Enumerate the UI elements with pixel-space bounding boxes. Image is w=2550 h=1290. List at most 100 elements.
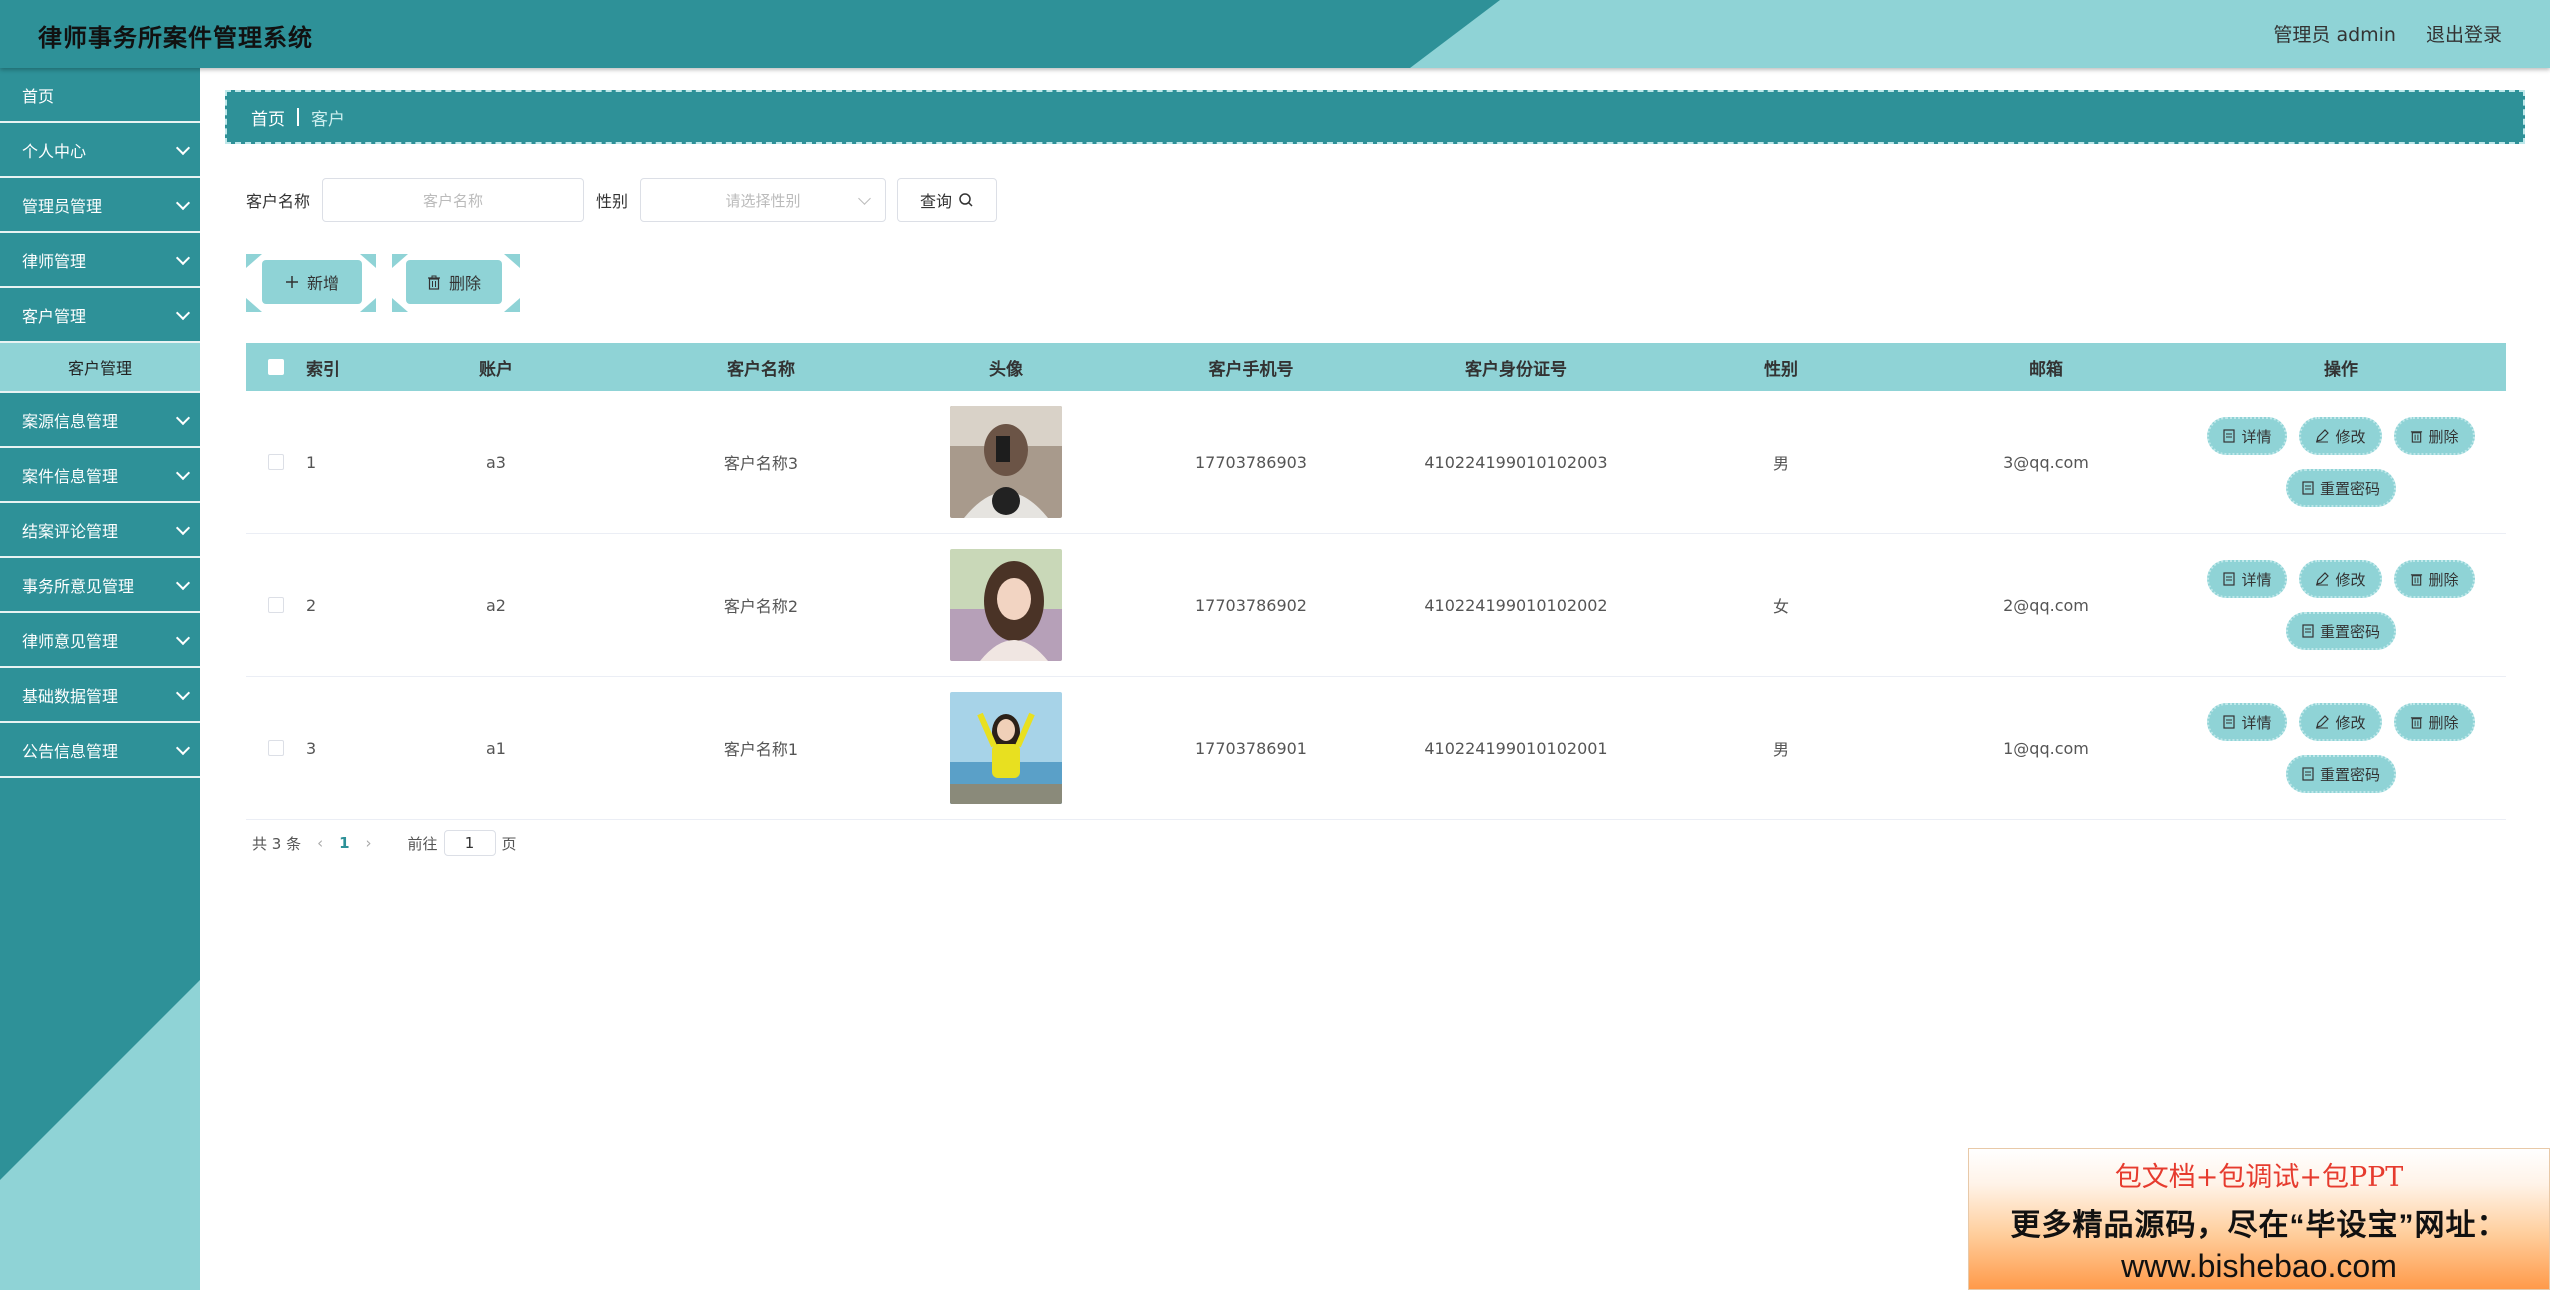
- page-number-current[interactable]: 1: [339, 834, 349, 852]
- sidebar-item-label: 案件信息管理: [22, 466, 119, 486]
- avatar[interactable]: [950, 406, 1062, 518]
- prev-page-icon[interactable]: ‹: [317, 834, 323, 852]
- sidebar-item-case-comments[interactable]: 结案评论管理: [0, 503, 200, 558]
- client-name-placeholder: 客户名称: [423, 191, 484, 210]
- reset-password-button[interactable]: 重置密码: [2285, 755, 2396, 793]
- detail-button-label: 详情: [2241, 570, 2272, 589]
- document-icon: [2223, 429, 2236, 443]
- avatar-cell: [896, 692, 1116, 804]
- detail-button[interactable]: 详情: [2207, 560, 2288, 598]
- page-suffix: 页: [501, 834, 517, 853]
- cell-index: 2: [306, 595, 317, 615]
- sidebar: 首页 个人中心 管理员管理 律师管理 客户管理 客户管理 案源信息管理 案件信息…: [0, 68, 200, 1290]
- sidebar-item-label: 客户管理: [22, 306, 87, 326]
- ad-banner: 包文档+包调试+包PPT 更多精品源码，尽在“毕设宝”网址： www.bishe…: [1968, 1148, 2550, 1290]
- add-button-decoration: [246, 254, 376, 312]
- sidebar-item-case-info[interactable]: 案件信息管理: [0, 448, 200, 503]
- row-delete-button[interactable]: 删除: [2393, 417, 2475, 455]
- header-client-name: 客户名称: [727, 359, 795, 380]
- sidebar-item-label: 案源信息管理: [22, 411, 119, 431]
- row-checkbox[interactable]: [268, 454, 284, 470]
- table-row: 3 a1 客户名称1 17703786901 41022419901010200…: [246, 677, 2506, 820]
- goto-label: 前往: [407, 834, 438, 853]
- row-delete-button[interactable]: 删除: [2393, 560, 2475, 598]
- breadcrumb-separator: [297, 108, 299, 126]
- chevron-down-icon: [175, 465, 191, 481]
- cell-sex: 男: [1772, 740, 1789, 759]
- sex-select[interactable]: 请选择性别: [640, 178, 887, 222]
- chevron-down-icon: [175, 685, 191, 701]
- sidebar-item-case-source[interactable]: 案源信息管理: [0, 393, 200, 448]
- app-title: 律师事务所案件管理系统: [38, 24, 313, 52]
- avatar[interactable]: [950, 549, 1062, 661]
- cell-sex: 女: [1772, 597, 1789, 616]
- breadcrumb-home[interactable]: 首页: [251, 105, 285, 130]
- header-email: 邮箱: [2029, 359, 2063, 380]
- pencil-icon: [2316, 429, 2330, 443]
- chevron-down-icon: [858, 192, 871, 205]
- reset-password-label: 重置密码: [2319, 622, 2380, 641]
- sex-placeholder: 请选择性别: [725, 191, 801, 210]
- detail-button[interactable]: 详情: [2207, 417, 2288, 455]
- client-table: 索引 账户 客户名称 头像 客户手机号 客户身份证号 性别 邮箱 操作 1 a3…: [246, 343, 2506, 820]
- trash-icon: [2410, 431, 2422, 443]
- sidebar-item-home[interactable]: 首页: [0, 68, 200, 123]
- query-button[interactable]: 查询: [897, 178, 998, 222]
- edit-button-label: 修改: [2335, 713, 2366, 732]
- cell-phone: 17703786903: [1195, 452, 1307, 472]
- detail-button[interactable]: 详情: [2207, 703, 2288, 741]
- edit-button[interactable]: 修改: [2299, 560, 2382, 598]
- reset-password-button[interactable]: 重置密码: [2285, 612, 2396, 650]
- cell-id-number: 410224199010102001: [1424, 738, 1608, 758]
- edit-button[interactable]: 修改: [2299, 703, 2382, 741]
- header-user-area: 管理员 admin 退出登录: [2273, 20, 2502, 47]
- row-delete-button[interactable]: 删除: [2393, 703, 2475, 741]
- select-all-checkbox[interactable]: [268, 359, 284, 375]
- current-user[interactable]: 管理员 admin: [2273, 20, 2396, 47]
- client-name-input[interactable]: 客户名称: [322, 178, 585, 222]
- top-header: 律师事务所案件管理系统 管理员 admin 退出登录: [0, 0, 2550, 68]
- row-select-cell: [246, 454, 306, 470]
- logout-link[interactable]: 退出登录: [2426, 20, 2502, 47]
- document-icon: [2302, 481, 2314, 495]
- sidebar-item-client-management[interactable]: 客户管理: [0, 288, 200, 343]
- chevron-down-icon: [175, 140, 191, 156]
- header-index: 索引: [306, 359, 340, 380]
- chevron-down-icon: [175, 630, 191, 646]
- row-checkbox[interactable]: [268, 597, 284, 613]
- next-page-icon[interactable]: ›: [366, 834, 372, 852]
- header-account: 账户: [479, 359, 513, 380]
- sidebar-item-base-data[interactable]: 基础数据管理: [0, 668, 200, 723]
- sidebar-item-personal-center[interactable]: 个人中心: [0, 123, 200, 178]
- goto-page-input[interactable]: 1: [443, 830, 496, 856]
- cell-client-name: 客户名称2: [723, 597, 799, 616]
- header-id-number: 客户身份证号: [1465, 359, 1567, 380]
- sidebar-item-label: 首页: [22, 86, 55, 106]
- sidebar-item-lawyer-management[interactable]: 律师管理: [0, 233, 200, 288]
- sidebar-item-firm-feedback[interactable]: 事务所意见管理: [0, 558, 200, 613]
- document-icon: [2223, 572, 2236, 586]
- reset-password-button[interactable]: 重置密码: [2285, 469, 2396, 507]
- edit-button[interactable]: 修改: [2299, 417, 2382, 455]
- avatar-cell: [896, 549, 1116, 661]
- header-sex: 性别: [1764, 359, 1798, 380]
- cell-phone: 17703786901: [1195, 738, 1307, 758]
- reset-password-label: 重置密码: [2319, 479, 2380, 498]
- edit-button-label: 修改: [2335, 427, 2366, 446]
- row-delete-button-label: 删除: [2428, 713, 2459, 732]
- trash-icon: [2410, 574, 2422, 586]
- avatar[interactable]: [950, 692, 1062, 804]
- ad-url[interactable]: www.bishebao.com: [1969, 1248, 2549, 1285]
- sidebar-item-lawyer-feedback[interactable]: 律师意见管理: [0, 613, 200, 668]
- delete-button-decoration: [392, 254, 520, 312]
- operations-cell: 详情 修改 删除 重置密码: [2176, 703, 2506, 793]
- sidebar-item-label: 个人中心: [22, 141, 87, 161]
- sidebar-item-admin-management[interactable]: 管理员管理: [0, 178, 200, 233]
- sidebar-subitem-client-management[interactable]: 客户管理: [0, 343, 200, 393]
- chevron-down-icon: [175, 740, 191, 756]
- cell-account: a1: [486, 738, 506, 758]
- sidebar-item-announcements[interactable]: 公告信息管理: [0, 723, 200, 778]
- sex-label: 性别: [596, 192, 629, 211]
- reset-password-label: 重置密码: [2319, 765, 2380, 784]
- row-checkbox[interactable]: [268, 740, 284, 756]
